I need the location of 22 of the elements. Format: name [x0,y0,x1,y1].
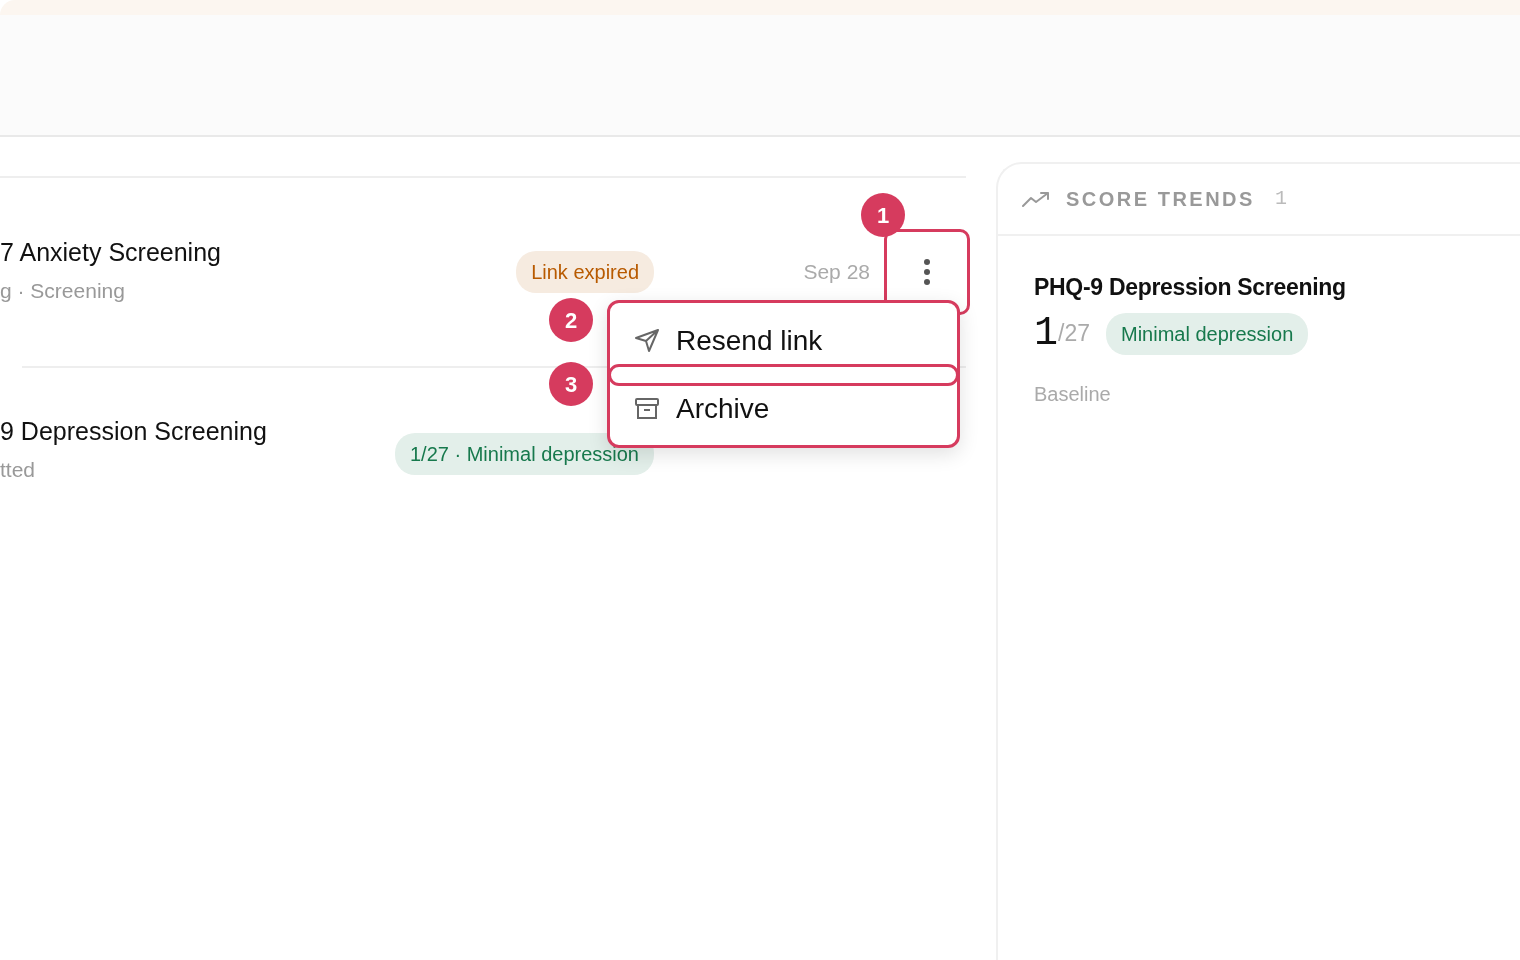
count-text: 1 [1274,186,1287,212]
trend-title: PHQ-9 Depression Screening [1034,273,1347,302]
menu-item[interactable]: Resend link [610,321,957,362]
assessment-title: 7 Anxiety Screening [0,237,222,268]
send-icon [634,328,660,355]
menu-item[interactable]: Archive [610,389,957,430]
score-value: 1 [1034,313,1058,354]
assessment-title: 9 Depression Screening [0,416,268,446]
step-marker: 2 [549,298,593,342]
severity-badge: Minimal depression [1106,312,1309,355]
assessment-subtitle: g · Screening [0,278,126,305]
score-max: /27 [1058,320,1090,349]
assessment-subtitle: tted [0,457,37,483]
baseline-label: Baseline [1034,381,1112,407]
status-badge: 1/27 · Minimal depression [395,433,654,475]
step-marker: 3 [549,362,593,406]
status-badge: Link expired [516,251,654,293]
more-icon [923,258,931,286]
section-title: SCORE TRENDS [1066,187,1255,212]
trend-icon [1022,190,1050,208]
step-marker: 1 [861,193,905,237]
date-text: Sep 28 [802,259,870,286]
